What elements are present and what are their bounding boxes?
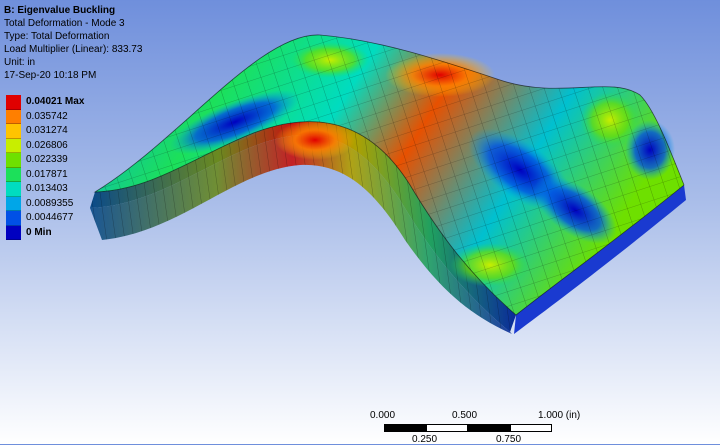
scale-segment-1 bbox=[384, 424, 426, 432]
legend-label: 0.035742 bbox=[26, 110, 68, 122]
legend-color-swatch bbox=[6, 109, 21, 124]
scale-label-750: 0.750 bbox=[496, 434, 522, 445]
legend-entry: 0 Min bbox=[6, 225, 146, 240]
legend-entry: 0.022339 bbox=[6, 153, 146, 168]
result-name: Total Deformation - Mode 3 bbox=[4, 18, 125, 29]
legend-color-swatch bbox=[6, 95, 21, 110]
legend-entry: 0.0089355 bbox=[6, 196, 146, 211]
result-info: B: Eigenvalue Buckling Total Deformation… bbox=[4, 4, 142, 82]
legend-color-swatch bbox=[6, 196, 21, 211]
analysis-title: B: Eigenvalue Buckling bbox=[4, 5, 116, 16]
legend-color-swatch bbox=[6, 211, 21, 226]
contour-legend[interactable]: 0.04021 Max 0.035742 0.031274 0.026806 0.022… bbox=[6, 95, 146, 240]
legend-entry: 0.0044677 bbox=[6, 211, 146, 226]
unit-label: Unit: in bbox=[4, 57, 36, 68]
legend-color-swatch bbox=[6, 138, 21, 153]
legend-color-swatch bbox=[6, 153, 21, 168]
scale-bar: 0.000 0.500 1.000 (in) 0.250 0.750 bbox=[370, 408, 580, 445]
legend-label: 0.013403 bbox=[26, 183, 68, 194]
result-type: Type: Total Deformation bbox=[4, 31, 110, 42]
legend-label: 0.026806 bbox=[26, 139, 68, 151]
legend-label: 0.031274 bbox=[26, 125, 68, 136]
legend-label: 0.0089355 bbox=[26, 197, 74, 209]
legend-entry: 0.031274 bbox=[6, 124, 146, 139]
legend-label: 0.0044677 bbox=[26, 212, 74, 223]
scale-segment-3 bbox=[468, 424, 510, 432]
legend-color-swatch bbox=[6, 124, 21, 139]
scale-label-250: 0.250 bbox=[412, 434, 438, 445]
legend-entry: 0.026806 bbox=[6, 138, 146, 153]
load-multiplier: Load Multiplier (Linear): 833.73 bbox=[4, 44, 143, 55]
legend-entry: 0.017871 bbox=[6, 167, 146, 182]
legend-label: 0 Min bbox=[26, 226, 52, 238]
scale-label-1000: 1.000 (in) bbox=[538, 410, 581, 421]
legend-label: 0.017871 bbox=[26, 168, 68, 180]
legend-color-swatch bbox=[6, 225, 21, 240]
legend-color-swatch bbox=[6, 167, 21, 182]
scale-label-500: 0.500 bbox=[452, 410, 478, 421]
legend-label: 0.022339 bbox=[26, 154, 68, 165]
legend-entry: 0.013403 bbox=[6, 182, 146, 197]
legend-entry: 0.04021 Max bbox=[6, 95, 146, 110]
legend-color-swatch bbox=[6, 182, 21, 197]
timestamp: 17-Sep-20 10:18 PM bbox=[4, 70, 97, 81]
scale-label-0: 0.000 bbox=[370, 410, 396, 421]
legend-entry: 0.035742 bbox=[6, 109, 146, 124]
legend-label: 0.04021 Max bbox=[26, 96, 85, 107]
scale-segment-2 bbox=[426, 424, 468, 432]
scale-segment-4 bbox=[510, 424, 552, 432]
